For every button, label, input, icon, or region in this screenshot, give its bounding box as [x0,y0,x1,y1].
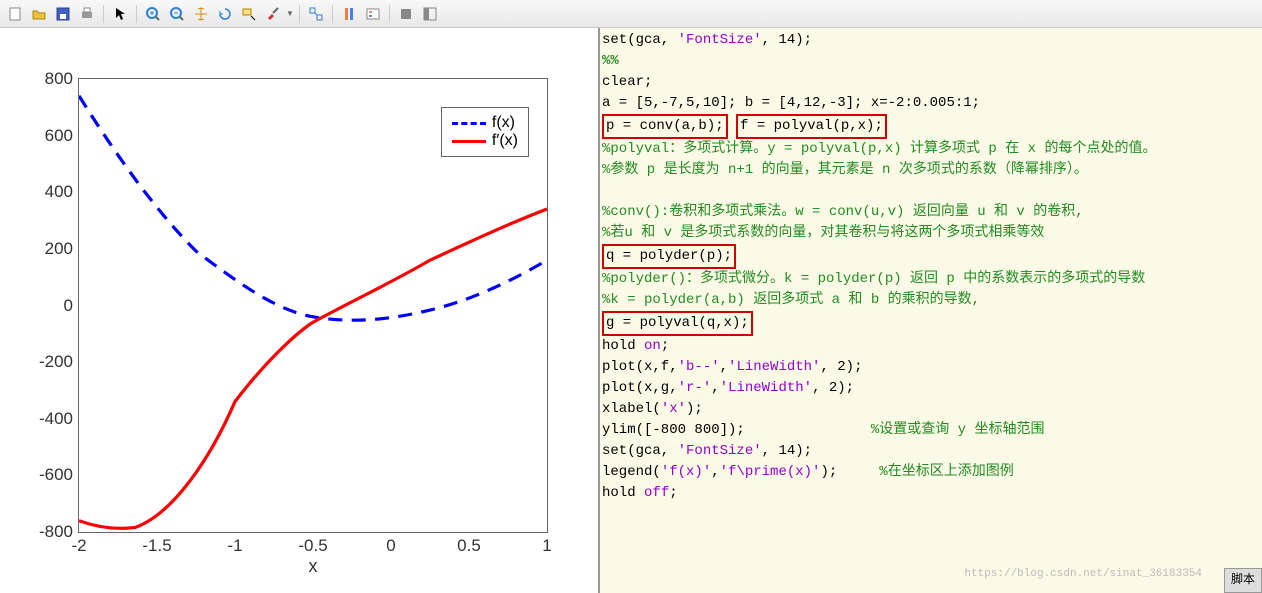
code-line[interactable]: legend('f(x)','f\prime(x)'); %在坐标区上添加图例 [602,462,1260,483]
legend-item: f(x) [452,114,518,132]
code-line[interactable]: xlabel('x'); [602,399,1260,420]
y-tick-label: 0 [64,296,79,316]
status-label: 脚本 [1224,568,1262,593]
legend-box[interactable]: f(x) f′(x) [441,107,529,157]
undock-icon[interactable] [419,3,441,25]
open-icon[interactable] [28,3,50,25]
axes-box[interactable]: 800 600 400 200 0 -200 -400 -600 -800 -2… [78,78,548,533]
y-tick-label: -200 [39,352,79,372]
code-line[interactable]: hold off; [602,483,1260,504]
zoom-in-icon[interactable] [142,3,164,25]
legend-item: f′(x) [452,132,518,150]
y-tick-label: 800 [45,69,79,89]
brush-icon[interactable] [262,3,284,25]
legend-label: f(x) [492,114,515,132]
code-line[interactable]: set(gca, 'FontSize', 14); [602,441,1260,462]
code-line[interactable]: a = [5,-7,5,10]; b = [4,12,-3]; x=-2:0.0… [602,93,1260,114]
data-cursor-icon[interactable] [238,3,260,25]
highlight-box: q = polyder(p); [602,244,736,269]
rotate-icon[interactable] [214,3,236,25]
x-tick-label: 0.5 [457,532,481,556]
code-line[interactable]: plot(x,f,'b--','LineWidth', 2); [602,357,1260,378]
x-tick-label: -1.5 [142,532,171,556]
separator [299,5,300,23]
x-tick-label: 0 [386,532,395,556]
legend-icon[interactable] [362,3,384,25]
code-line[interactable]: g = polyval(q,x); [602,311,1260,336]
dock-icon[interactable] [395,3,417,25]
y-tick-label: 600 [45,126,79,146]
code-line[interactable]: clear; [602,72,1260,93]
code-line[interactable]: %参数 p 是长度为 n+1 的向量，其元素是 n 次多项式的系数（降幂排序）。 [602,160,1260,181]
separator [389,5,390,23]
code-line[interactable]: %若u 和 v 是多项式系数的向量，对其卷积与将这两个多项式相乘等效 [602,223,1260,244]
code-editor-panel[interactable]: set(gca, 'FontSize', 14); %% clear; a = … [598,28,1262,593]
x-tick-label: -0.5 [298,532,327,556]
code-line[interactable]: %% [602,51,1260,72]
separator [136,5,137,23]
y-tick-label: -600 [39,465,79,485]
code-line[interactable]: %polyder()：多项式微分。k = polyder(p) 返回 p 中的系… [602,269,1260,290]
code-line[interactable]: hold on; [602,336,1260,357]
watermark-text: https://blog.csdn.net/sinat_36183354 [964,564,1202,585]
legend-label: f′(x) [492,132,518,150]
main-area: 800 600 400 200 0 -200 -400 -600 -800 -2… [0,28,1262,593]
chart-container: 800 600 400 200 0 -200 -400 -600 -800 -2… [20,68,588,573]
code-line[interactable]: plot(x,g,'r-','LineWidth', 2); [602,378,1260,399]
x-tick-label: -2 [71,532,86,556]
code-line[interactable]: p = conv(a,b); f = polyval(p,x); [602,114,1260,139]
new-icon[interactable] [4,3,26,25]
y-tick-label: 400 [45,182,79,202]
code-line[interactable]: %polyval：多项式计算。y = polyval(p,x) 计算多项式 p … [602,139,1260,160]
y-tick-label: -400 [39,409,79,429]
highlight-box: g = polyval(q,x); [602,311,753,336]
zoom-out-icon[interactable] [166,3,188,25]
save-icon[interactable] [52,3,74,25]
dropdown-arrow-icon[interactable]: ▼ [286,9,294,18]
code-line[interactable] [602,181,1260,202]
legend-line-icon [452,122,486,125]
arrow-icon[interactable] [109,3,131,25]
separator [103,5,104,23]
separator [332,5,333,23]
legend-line-icon [452,140,486,143]
code-line[interactable]: set(gca, 'FontSize', 14); [602,30,1260,51]
code-line[interactable]: q = polyder(p); [602,244,1260,269]
y-tick-label: 200 [45,239,79,259]
print-icon[interactable] [76,3,98,25]
code-line[interactable]: %conv():卷积和多项式乘法。w = conv(u,v) 返回向量 u 和 … [602,202,1260,223]
figure-toolbar: ▼ [0,0,1262,28]
code-line[interactable]: ylim([-800 800]); %设置或查询 y 坐标轴范围 [602,420,1260,441]
highlight-box: f = polyval(p,x); [736,114,887,139]
link-icon[interactable] [305,3,327,25]
x-axis-label: x [309,556,318,577]
colorbar-icon[interactable] [338,3,360,25]
pan-icon[interactable] [190,3,212,25]
figure-panel: 800 600 400 200 0 -200 -400 -600 -800 -2… [0,28,598,593]
x-tick-label: -1 [227,532,242,556]
code-line[interactable]: %k = polyder(a,b) 返回多项式 a 和 b 的乘积的导数, [602,290,1260,311]
x-tick-label: 1 [542,532,551,556]
highlight-box: p = conv(a,b); [602,114,728,139]
